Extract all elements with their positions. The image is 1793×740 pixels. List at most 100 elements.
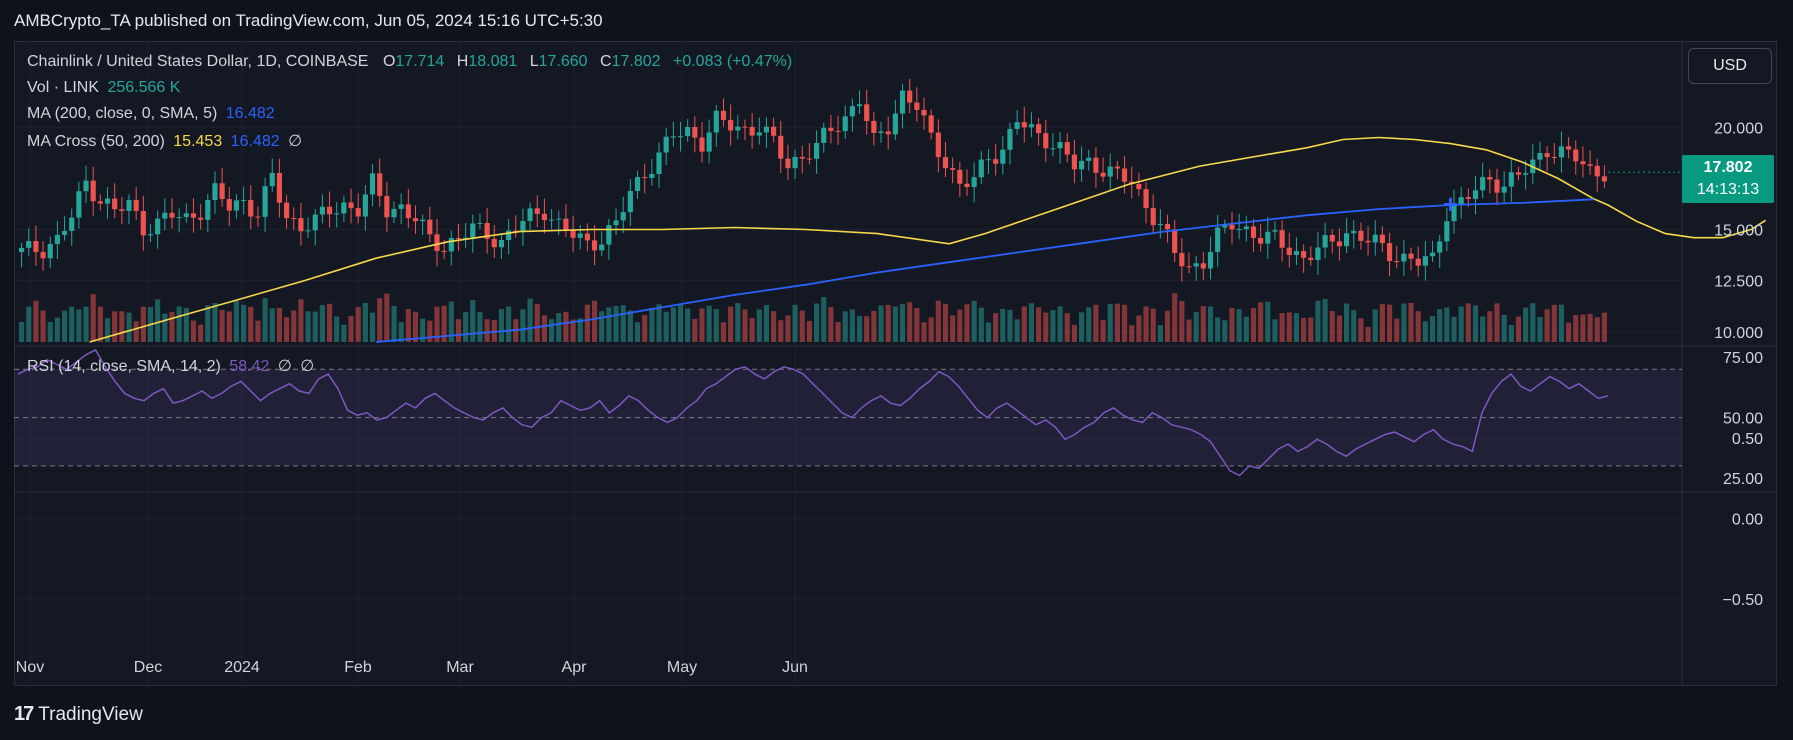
close-label: C xyxy=(600,53,612,70)
candle-body xyxy=(76,191,82,218)
candle-body xyxy=(355,208,361,217)
ma-value: 16.482 xyxy=(225,105,275,122)
volume-bar xyxy=(899,303,906,342)
candle-body xyxy=(1508,172,1514,187)
macross-label: MA Cross (50, 200) xyxy=(27,133,165,150)
volume-bar xyxy=(720,322,727,342)
volume-bar xyxy=(1229,307,1235,342)
candle-body xyxy=(1480,177,1486,191)
candle-body xyxy=(119,209,125,211)
volume-bar xyxy=(334,316,340,342)
volume-bar xyxy=(1293,313,1300,342)
legend-symbol-row[interactable]: Chainlink / United States Dollar, 1D, CO… xyxy=(27,53,792,71)
volume-bar xyxy=(1551,304,1557,342)
candle-body xyxy=(391,208,397,218)
volume-bar xyxy=(627,310,633,342)
candle-body xyxy=(1558,146,1565,158)
volume-bar xyxy=(54,317,60,342)
candle-body xyxy=(1043,133,1049,149)
candle-body xyxy=(398,204,404,209)
osc-y-tick-label: −0.50 xyxy=(1723,592,1764,609)
candle-body xyxy=(677,136,684,138)
volume-bar xyxy=(1308,317,1314,342)
candle-body xyxy=(47,243,53,259)
candle-body xyxy=(1279,230,1285,248)
bar-countdown: 14:13:13 xyxy=(1696,181,1760,199)
tradingview-logo[interactable]: 17 TradingView xyxy=(14,703,143,726)
legend-ma-row[interactable]: MA (200, close, 0, SMA, 5) 16.482 xyxy=(27,105,275,123)
volume-bar xyxy=(298,299,304,342)
volume-bar xyxy=(477,312,483,342)
volume-bar xyxy=(1458,306,1464,342)
candle-body xyxy=(1186,266,1192,268)
volume-bar xyxy=(1515,316,1522,342)
rsi-value: 58.42 xyxy=(229,358,270,375)
volume-bar xyxy=(1215,317,1221,342)
volume-bar xyxy=(104,318,111,342)
volume-bar xyxy=(269,308,275,342)
candle-body xyxy=(126,199,132,211)
low-label: L xyxy=(529,53,539,70)
candle-body xyxy=(878,131,884,133)
legend-rsi-row[interactable]: RSI (14, close, SMA, 14, 2) 58.42 ∅ ∅ xyxy=(27,356,314,376)
volume-bar xyxy=(1301,317,1307,342)
candle-body xyxy=(856,104,863,107)
legend-volume-row[interactable]: Vol · LINK 256.566 K xyxy=(27,79,180,97)
volume-bar xyxy=(291,310,297,342)
rsi-extra-1: ∅ xyxy=(277,358,292,375)
candle-body xyxy=(477,222,483,224)
candle-body xyxy=(885,131,891,135)
volume-bar xyxy=(1129,325,1135,342)
candle-body xyxy=(112,198,118,210)
candle-body xyxy=(978,159,984,178)
volume-bar xyxy=(1071,324,1077,342)
volume-bar xyxy=(584,304,590,342)
candle-body xyxy=(871,120,877,133)
close-value: 17.802 xyxy=(611,53,661,70)
volume-bar xyxy=(935,300,941,342)
volume-bar xyxy=(405,309,411,342)
candle-body xyxy=(570,230,576,238)
candle-body xyxy=(1107,166,1113,177)
candle-body xyxy=(957,169,963,184)
candle-body xyxy=(692,127,698,138)
candle-body xyxy=(771,126,777,136)
volume-bar xyxy=(1394,318,1400,342)
volume-bar xyxy=(1344,303,1350,342)
candle-body xyxy=(1336,241,1342,247)
volume-bar xyxy=(978,307,984,342)
candle-body xyxy=(1114,166,1120,169)
candle-body xyxy=(814,142,820,159)
candle-body xyxy=(1179,252,1185,267)
rsi-y-tick-label: 75.00 xyxy=(1723,350,1763,367)
candle-body xyxy=(90,180,96,202)
candle-body xyxy=(642,177,648,179)
macross-fast-value: 15.453 xyxy=(173,133,223,150)
symbol-title[interactable]: Chainlink / United States Dollar, 1D, CO… xyxy=(27,53,368,70)
candle-body xyxy=(849,106,855,117)
legend-macross-row[interactable]: MA Cross (50, 200) 15.453 16.482 ∅ xyxy=(27,131,302,151)
volume-bar xyxy=(556,313,562,342)
volume-bar xyxy=(520,309,526,342)
rsi-extra-2: ∅ xyxy=(300,358,315,375)
currency-button[interactable]: USD xyxy=(1688,48,1772,84)
x-tick-label: Nov xyxy=(16,659,44,676)
x-tick-label: 2024 xyxy=(224,659,260,676)
volume-bar xyxy=(792,304,798,342)
candle-body xyxy=(1573,149,1579,162)
volume-bar xyxy=(369,312,376,342)
candle-body xyxy=(1100,172,1106,177)
candle-body xyxy=(935,132,941,158)
volume-bar xyxy=(599,311,605,342)
candle-body xyxy=(907,90,913,103)
volume-bar xyxy=(276,308,282,342)
volume-bar xyxy=(849,309,855,342)
volume-bar xyxy=(742,309,748,342)
volume-bar xyxy=(1494,303,1500,342)
candle-body xyxy=(1007,128,1013,150)
candle-body xyxy=(1143,189,1149,209)
volume-bar xyxy=(756,309,762,342)
candle-body xyxy=(1093,157,1099,173)
candle-body xyxy=(491,238,497,248)
volume-bar xyxy=(155,299,161,342)
